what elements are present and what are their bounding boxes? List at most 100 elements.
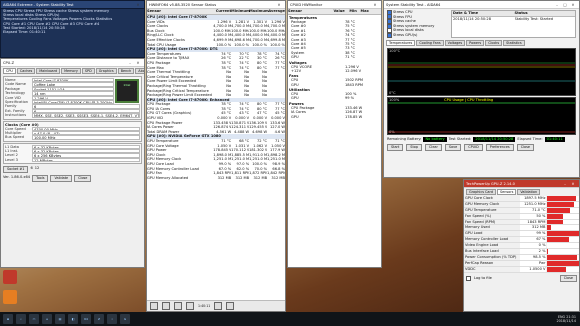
tree-row[interactable]: GPU 178.85 W (288, 115, 381, 119)
column-header[interactable]: Sensor (288, 9, 333, 14)
tab-caches[interactable]: Caches (16, 68, 36, 74)
stability-preferences-button[interactable]: Preferences (485, 143, 514, 151)
sensor-label[interactable]: GPU Core Clock (464, 196, 520, 201)
aida64-titlebar[interactable]: AIDA64 Extreme - System Stability Test ✕ (1, 1, 144, 9)
stability-test-window[interactable]: System Stability Test - AIDA64 – □ ✕ Str… (383, 0, 580, 178)
gpuz-tab[interactable]: Graphics Card (466, 189, 496, 195)
clock-icon[interactable] (186, 302, 194, 310)
tab-mainboard[interactable]: Mainboard (36, 68, 61, 74)
gpuz-taskbar-icon[interactable]: G (120, 314, 130, 324)
sensor-label[interactable]: Video Engine Load (464, 243, 520, 248)
stability-start-button[interactable]: Start (387, 143, 404, 151)
tab-memory[interactable]: Memory (61, 68, 81, 74)
sensor-label[interactable]: Fan Speed (%) (464, 214, 520, 219)
sensor-label[interactable]: Memory Controller Load (464, 237, 520, 242)
hwinfo-titlebar[interactable]: HWiNFO64 v5.88-3520 Sensor Status ✕ (147, 1, 285, 9)
validate-button[interactable]: Validate (50, 175, 73, 183)
tree-row[interactable]: GPU 1843 RPM (288, 83, 381, 87)
close-icon[interactable]: ✕ (275, 3, 283, 7)
nav-right-icon[interactable] (162, 302, 170, 310)
column-header[interactable]: Minimum (231, 9, 250, 14)
sensor-label[interactable]: GPU Memory Clock (464, 202, 520, 207)
gpuz-titlebar[interactable]: TechPowerUp GPU-Z 2.14.0 – ✕ (464, 180, 579, 188)
column-header[interactable]: Current (213, 9, 231, 14)
tab-graphics[interactable]: Graphics (95, 68, 117, 74)
stability-tab[interactable]: Temperatures (386, 39, 416, 46)
desktop-icon-2[interactable] (3, 290, 17, 304)
aida-taskbar-icon[interactable]: 64 (81, 314, 91, 324)
sensor-row[interactable]: GPU Memory Allocated 312 MB 312 MB 312 MB 31… (147, 176, 285, 181)
close-icon[interactable]: ✕ (134, 3, 142, 7)
column-header[interactable]: Min (345, 9, 356, 14)
sensor-label[interactable]: Power Consumption (% TDP) (464, 255, 520, 260)
stability-titlebar[interactable]: System Stability Test - AIDA64 – □ ✕ (384, 1, 579, 9)
maximize-icon[interactable]: □ (561, 3, 569, 7)
sensor-label[interactable]: GPU Temperature (464, 208, 520, 213)
system-clock[interactable]: ENG 21:31 2018/11/14 (556, 315, 576, 323)
tab-spd[interactable]: SPD (81, 68, 95, 74)
tree-row[interactable]: GPU 71 °C (288, 55, 381, 59)
search-icon[interactable]: ⌕ (16, 314, 26, 324)
hwinfo-taskbar-icon[interactable]: i (107, 314, 117, 324)
stability-save-button[interactable]: Save (444, 143, 462, 151)
sensor-label[interactable]: Memory Used (464, 225, 520, 230)
stability-stop-button[interactable]: Stop (406, 143, 423, 151)
tree-row[interactable]: GPU 99 % (288, 96, 381, 100)
minimize-icon[interactable]: – (126, 61, 134, 65)
sensor-label[interactable]: Fan Speed (RPM) (464, 220, 520, 225)
stability-close-button[interactable]: Close (516, 143, 534, 151)
aida64-window[interactable]: AIDA64 Extreme - System Stability Test ✕… (0, 0, 145, 58)
nav-left-icon[interactable] (150, 302, 158, 310)
close-icon[interactable]: ✕ (371, 3, 379, 7)
column-header[interactable]: Sensor (147, 9, 213, 14)
checkbox[interactable] (387, 32, 392, 38)
close-icon[interactable]: ✕ (134, 61, 142, 65)
sensor-label[interactable]: PerfCap Reason (464, 261, 520, 266)
close-icon[interactable] (226, 302, 235, 310)
minimize-icon[interactable]: – (561, 182, 569, 186)
stability-clear-button[interactable]: Clear (425, 143, 442, 151)
sensor-label[interactable]: GPU Load (464, 231, 520, 236)
desktop-icon-1[interactable] (3, 270, 17, 284)
log-checkbox[interactable] (466, 275, 471, 281)
column-header[interactable]: Max (357, 9, 369, 14)
stability-cpuid-button[interactable]: CPUID (464, 143, 483, 151)
close-icon[interactable]: ✕ (569, 182, 577, 186)
gpuz-tab[interactable]: Sensors (496, 189, 517, 195)
tab-bench[interactable]: Bench (117, 68, 135, 74)
gpuz-close-button[interactable]: Close (559, 274, 577, 282)
hwinfo-window[interactable]: HWiNFO64 v5.88-3520 Sensor Status ✕ Sens… (146, 0, 286, 312)
sensor-label[interactable]: Bus Interface Load (464, 249, 520, 254)
tab-cpu[interactable]: CPU (3, 68, 16, 74)
tab-about[interactable]: About (135, 68, 144, 74)
stability-tab[interactable]: Cooling Fans (416, 39, 444, 46)
cpuz-close-button[interactable]: Close (74, 175, 92, 183)
stability-tab[interactable]: Statistics (503, 39, 525, 46)
stress-option[interactable]: Stress GPU(s) (387, 32, 447, 38)
tools-button[interactable]: Tools (32, 175, 49, 183)
cpuz-window[interactable]: CPU-Z – ✕ CPU Caches Mainboard Memory SPD Gra… (0, 58, 145, 268)
hwmonitor-titlebar[interactable]: CPUID HWMonitor ✕ (288, 1, 381, 9)
start-icon[interactable]: ⊞ (3, 314, 13, 324)
column-header[interactable]: Value (333, 9, 344, 14)
column-header[interactable]: Maximum (249, 9, 269, 14)
cpuz-taskbar-icon[interactable]: Z (94, 314, 104, 324)
cpuz-titlebar[interactable]: CPU-Z – ✕ (1, 59, 144, 67)
stability-tab[interactable]: Powers (466, 39, 485, 46)
edge-icon[interactable]: e (42, 314, 52, 324)
hwmonitor-window[interactable]: CPUID HWMonitor ✕ Sensor Value Min Max Temp… (287, 0, 382, 268)
settings-icon[interactable] (214, 302, 223, 310)
tree-row[interactable]: +12V 12.096 V (288, 69, 381, 73)
explorer-icon[interactable]: ▤ (55, 314, 65, 324)
network-icon[interactable] (174, 302, 182, 310)
task-view-icon[interactable]: ▭ (29, 314, 39, 324)
store-icon[interactable]: ◧ (68, 314, 78, 324)
gpuz-tab[interactable]: Validation (517, 189, 541, 195)
minimize-icon[interactable]: – (553, 3, 561, 7)
sensor-label[interactable]: VDDC (464, 267, 520, 272)
gpuz-window[interactable]: TechPowerUp GPU-Z 2.14.0 – ✕ Graphics Ca… (463, 179, 580, 312)
stability-tab[interactable]: Clocks (485, 39, 503, 46)
socket-select[interactable]: Socket #1 (3, 166, 29, 174)
stability-tab[interactable]: Voltages (444, 39, 466, 46)
column-header[interactable]: Average (267, 9, 285, 14)
